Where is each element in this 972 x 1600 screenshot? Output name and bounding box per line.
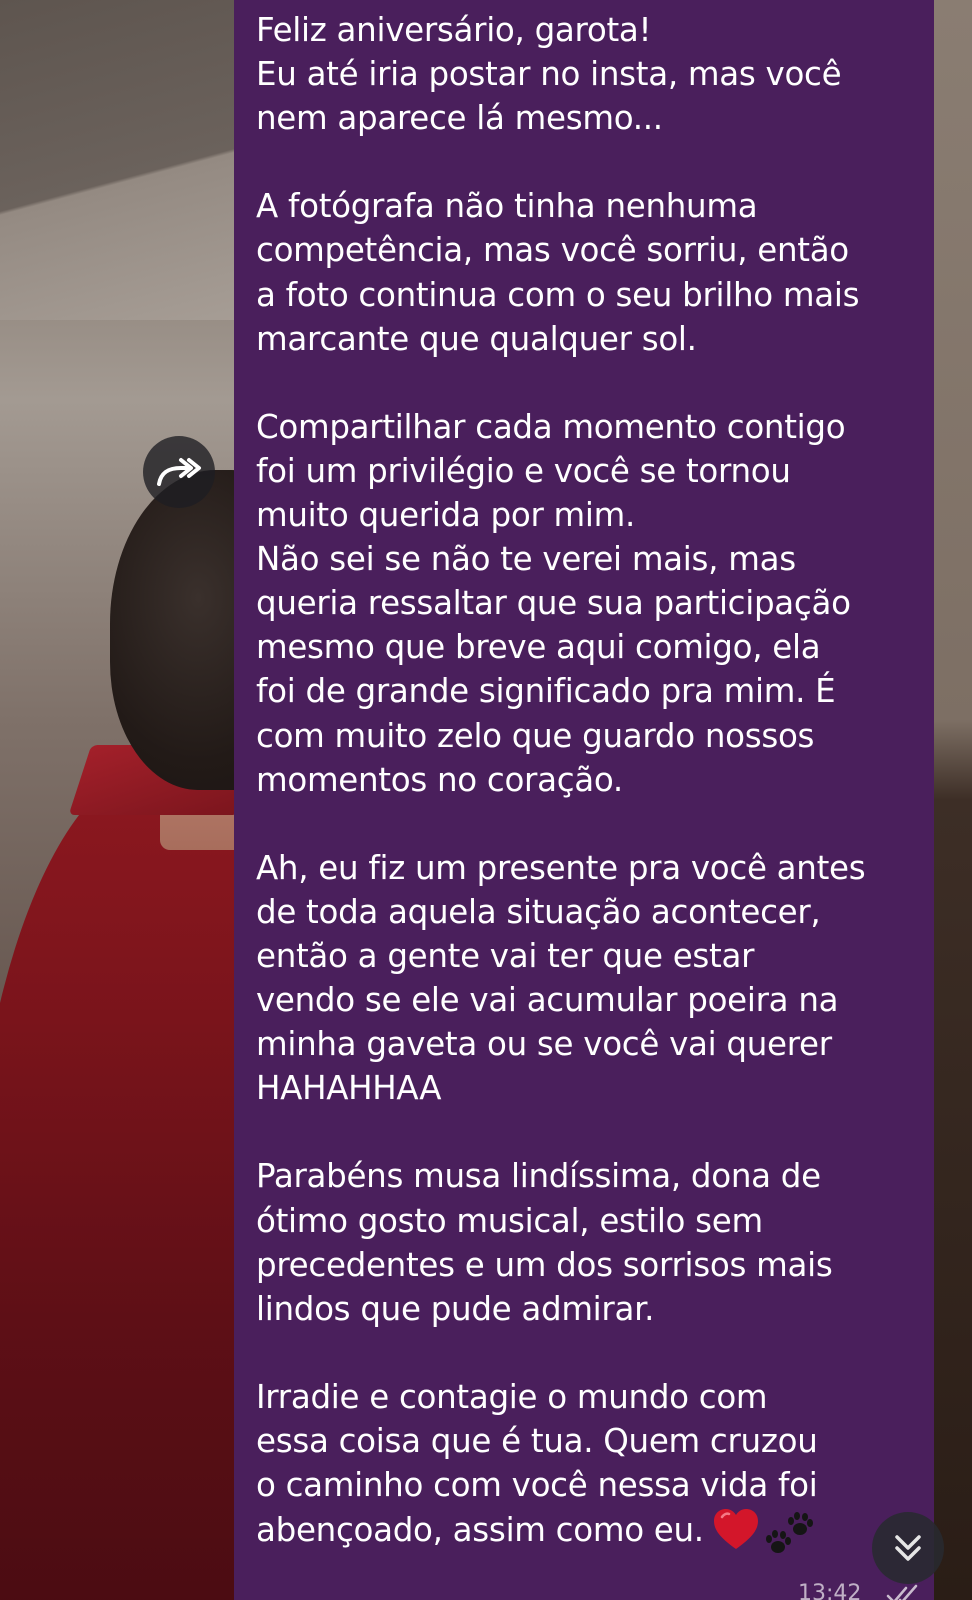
message-body: Feliz aniversário, garota! Eu até iria p… [256, 8, 912, 1557]
message-last-line: abençoado, assim como eu. [256, 1511, 704, 1550]
read-receipt-icon [886, 1584, 918, 1600]
message-timestamp: 13:42 [798, 1581, 862, 1600]
message-emojis [704, 1507, 816, 1557]
scroll-to-bottom-button[interactable] [872, 1512, 944, 1584]
forward-arrow-icon [157, 458, 201, 486]
forward-button[interactable] [143, 436, 215, 508]
wallpaper-ceiling [0, 0, 240, 320]
message-text: Feliz aniversário, garota! Eu até iria p… [256, 11, 866, 1505]
heart-icon [713, 1509, 758, 1550]
paw-prints-icon [765, 1512, 813, 1554]
double-chevron-down-icon [895, 1535, 921, 1561]
wallpaper-wall-right [930, 0, 972, 1600]
